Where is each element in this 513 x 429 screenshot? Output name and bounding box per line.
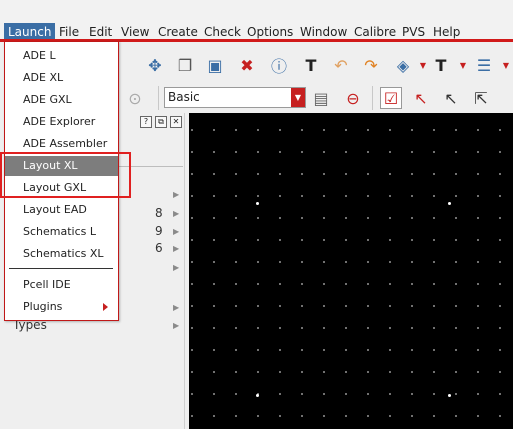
layer-select[interactable]: Basic ▼	[164, 87, 306, 108]
count-value: 9	[155, 224, 163, 238]
grid-major-dot	[256, 394, 259, 397]
menu-item-ade-xl[interactable]: ADE XL	[5, 68, 118, 88]
dropdown-icon[interactable]: ▼	[452, 54, 474, 76]
float-icon[interactable]: ⧉	[155, 116, 167, 128]
menu-item-ade-assembler[interactable]: ADE Assembler	[5, 134, 118, 154]
disabled-tool-icon: ⊙	[128, 88, 142, 108]
copy-icon[interactable]: ❐	[174, 54, 196, 76]
delete-icon[interactable]: ✖	[236, 54, 258, 76]
dropdown-icon[interactable]: ▼	[495, 54, 513, 76]
menu-item-schematics-l[interactable]: Schematics L	[5, 222, 118, 242]
toolbar-separator	[158, 86, 159, 110]
help-icon[interactable]: ?	[140, 116, 152, 128]
undo-icon[interactable]: ↶	[330, 54, 352, 76]
move-icon[interactable]: ✥	[144, 54, 166, 76]
info-icon[interactable]: ⓘ	[268, 54, 290, 76]
launch-menu: ADE L ADE XL ADE GXL ADE Explorer ADE As…	[4, 41, 119, 321]
save-view-icon[interactable]: ▤	[310, 87, 332, 109]
panel-header: ? ⧉ ✕	[118, 116, 184, 130]
menu-item-pcell-ide[interactable]: Pcell IDE	[5, 275, 118, 295]
select-checkbox-icon[interactable]: ☑	[380, 87, 402, 109]
chevron-down-icon[interactable]: ▼	[291, 88, 305, 107]
expand-arrow-icon[interactable]: ▶	[173, 244, 179, 253]
menu-item-layout-gxl[interactable]: Layout GXL	[5, 178, 118, 198]
count-value: 6	[155, 241, 163, 255]
menu-item-ade-gxl[interactable]: ADE GXL	[5, 90, 118, 110]
expand-arrow-icon[interactable]: ▶	[173, 190, 179, 199]
menu-bar: Launch File Edit View Create Check Optio…	[0, 0, 513, 42]
count-value: 8	[155, 206, 163, 220]
menu-item-ade-l[interactable]: ADE L	[5, 46, 118, 66]
grid-major-dot	[448, 202, 451, 205]
close-icon[interactable]: ✕	[170, 116, 182, 128]
expand-arrow-icon[interactable]: ▶	[173, 263, 179, 272]
grid-major-dot	[256, 202, 259, 205]
menu-item-plugins[interactable]: Plugins	[5, 297, 118, 317]
toolbar-main: ✥ ❐ ▣ ✖ ⓘ T ↶ ↷ ◈ ▼ T ▼ ☰ ▼	[118, 48, 513, 82]
remove-view-icon[interactable]: ⊖	[342, 87, 364, 109]
toolbar-separator	[372, 86, 373, 110]
label-icon[interactable]: T	[300, 54, 322, 76]
menu-item-ade-explorer[interactable]: ADE Explorer	[5, 112, 118, 132]
text-size-icon[interactable]: T	[430, 54, 452, 76]
align-icon[interactable]: ☰	[473, 54, 495, 76]
pointer-icon[interactable]: ↖	[440, 87, 462, 109]
menu-item-plugins-label: Plugins	[23, 300, 63, 313]
zoom-pointer-icon[interactable]: ⇱	[470, 87, 492, 109]
expand-arrow-icon[interactable]: ▶	[173, 321, 179, 330]
layout-canvas[interactable]	[189, 113, 513, 429]
select-pointer-icon[interactable]: ↖	[410, 87, 432, 109]
submenu-arrow-icon	[103, 303, 108, 311]
stretch-icon[interactable]: ▣	[204, 54, 226, 76]
grid-major-dot	[448, 394, 451, 397]
redo-icon[interactable]: ↷	[360, 54, 382, 76]
expand-arrow-icon[interactable]: ▶	[173, 303, 179, 312]
layer-select-value: Basic	[168, 90, 200, 104]
menu-item-layout-xl[interactable]: Layout XL	[5, 156, 118, 176]
panel-divider	[118, 166, 183, 167]
menu-item-layout-ead[interactable]: Layout EAD	[5, 200, 118, 220]
shapes-icon[interactable]: ◈	[392, 54, 414, 76]
menu-separator	[9, 268, 113, 269]
expand-arrow-icon[interactable]: ▶	[173, 209, 179, 218]
expand-arrow-icon[interactable]: ▶	[173, 227, 179, 236]
menu-item-schematics-xl[interactable]: Schematics XL	[5, 244, 118, 264]
